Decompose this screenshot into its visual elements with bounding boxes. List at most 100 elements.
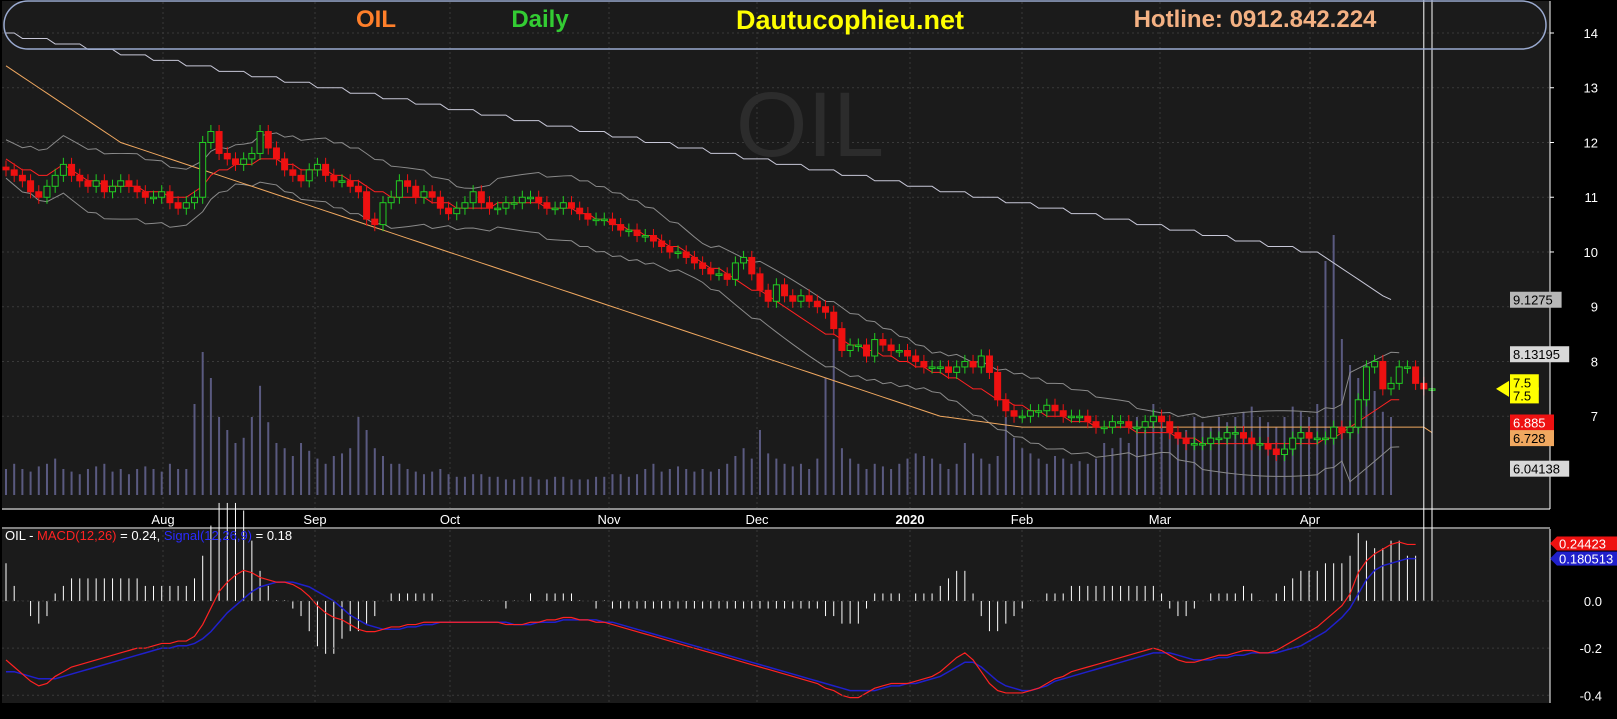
candle-body — [748, 256, 756, 275]
candle-body — [723, 273, 731, 280]
candle-body — [109, 185, 117, 193]
legend-symbol: OIL - — [5, 528, 37, 543]
volume-bar — [660, 471, 663, 495]
volume-bar — [291, 456, 294, 495]
candle-body — [535, 196, 543, 204]
candle-body — [633, 229, 641, 237]
volume-bar — [1054, 456, 1057, 495]
candle-body — [920, 360, 928, 368]
candle-body — [133, 185, 141, 193]
volume-bar — [595, 476, 598, 495]
macd-tags: 0.244230.180513 — [1550, 536, 1617, 567]
candle-body — [1149, 415, 1157, 423]
volume-bar — [545, 479, 548, 495]
volume-bar — [267, 422, 270, 495]
candle-body — [731, 262, 739, 280]
macd-panel — [2, 529, 1550, 703]
candle-body — [486, 202, 494, 209]
volume-bar — [357, 417, 360, 495]
candle-body — [1379, 360, 1387, 390]
volume-bar — [685, 469, 688, 495]
volume-bar — [1045, 463, 1048, 495]
candle-body — [76, 174, 84, 182]
candle-body — [150, 196, 158, 200]
volume-bar — [95, 466, 98, 495]
candle-body — [584, 213, 592, 220]
candle-body — [805, 295, 813, 302]
candle-body — [289, 169, 297, 176]
candle-body — [1395, 366, 1403, 384]
candle-body — [674, 251, 682, 254]
candle-body — [1125, 421, 1133, 428]
candle-body — [1100, 426, 1108, 430]
x-tick-label: Aug — [151, 512, 174, 527]
volume-bar — [677, 466, 680, 495]
candle-body — [518, 196, 526, 204]
volume-bar — [1078, 461, 1081, 495]
volume-bar — [562, 476, 565, 495]
candle-body — [182, 202, 190, 209]
candle-body — [527, 196, 535, 200]
candle-body — [371, 218, 379, 226]
candle-body — [838, 328, 846, 352]
volume-bar — [496, 476, 499, 495]
x-tick-label: 2020 — [896, 512, 925, 527]
candle-body — [617, 224, 625, 231]
volume-bar — [873, 463, 876, 495]
candle-body — [1297, 432, 1305, 439]
candle-body — [404, 180, 412, 187]
candle-body — [420, 191, 428, 198]
candle-body — [1051, 404, 1059, 412]
volume-bar — [332, 456, 335, 495]
volume-bar — [832, 339, 835, 495]
candle-body — [944, 366, 952, 373]
candle-body — [871, 339, 879, 357]
volume-bar — [799, 463, 802, 495]
candle-body — [936, 366, 944, 369]
volume-bar — [849, 458, 852, 495]
volume-bar — [250, 417, 253, 495]
volume-bar — [308, 450, 311, 495]
volume-bar — [504, 479, 507, 495]
volume-bar — [1029, 453, 1032, 495]
x-tick-label: Apr — [1300, 512, 1321, 527]
volume-bar — [144, 466, 147, 495]
candle-body — [666, 246, 674, 253]
volume-bar — [226, 430, 229, 495]
candle-body — [1313, 437, 1321, 441]
candle-body — [338, 180, 346, 183]
candle-body — [125, 180, 133, 187]
candle-body — [600, 218, 608, 222]
candle-body — [453, 207, 461, 215]
candle-body — [699, 262, 707, 269]
volume-bar — [70, 471, 73, 495]
candle-body — [477, 191, 485, 204]
candle-body — [1223, 432, 1231, 439]
volume-bar — [13, 463, 16, 495]
price-tag-label: 9.1275 — [1513, 293, 1553, 308]
candle — [1379, 354, 1387, 396]
candle-body — [559, 202, 567, 209]
candle-body — [141, 191, 149, 198]
volume-bar — [1193, 417, 1196, 495]
volume-bar — [513, 479, 516, 495]
candle-body — [715, 273, 723, 276]
candle-body — [1231, 432, 1239, 435]
volume-bar — [718, 469, 720, 495]
candle-body — [854, 344, 862, 348]
watermark-text: OIL — [736, 74, 884, 176]
candle-body — [51, 174, 59, 187]
candle-body — [35, 191, 43, 198]
header-hotline: Hotline: 0912.842.224 — [1134, 6, 1377, 33]
candle-body — [1264, 443, 1272, 450]
volume-bar — [1062, 458, 1065, 495]
candle-body — [68, 163, 76, 176]
candle-body — [158, 191, 166, 198]
candle-body — [2, 166, 10, 171]
volume-bar — [996, 456, 999, 495]
volume-bar — [447, 474, 450, 495]
candle-body — [1330, 426, 1338, 439]
volume-bar — [62, 469, 65, 495]
candle-body — [223, 152, 231, 160]
candle-body — [199, 141, 207, 198]
